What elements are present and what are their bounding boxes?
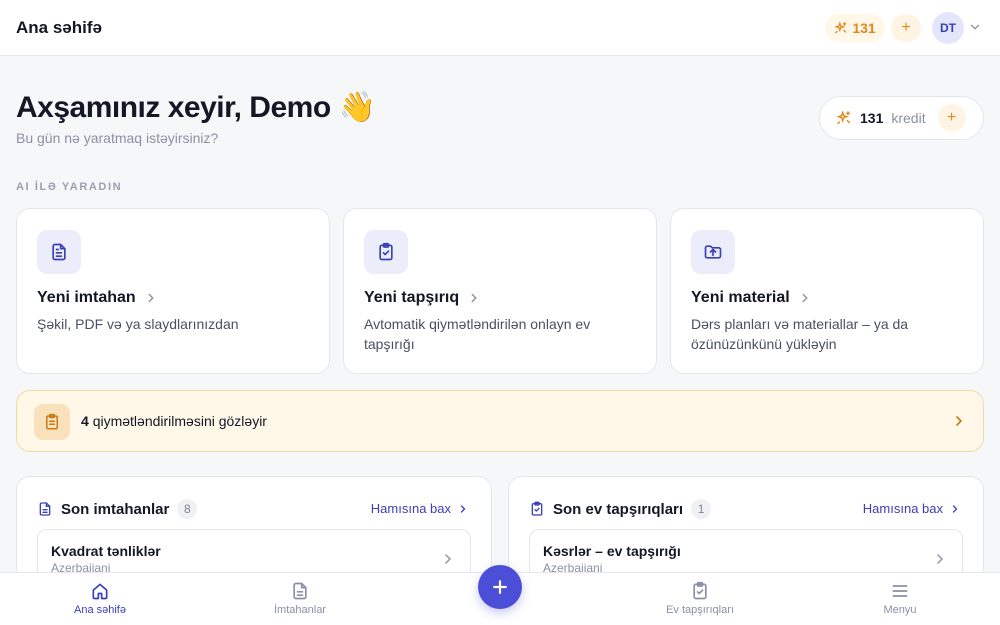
document-icon [293,582,307,600]
item-title: Kvadrat tənliklər [51,543,161,559]
section-label: AI İLƏ YARADIN [16,181,123,193]
count-badge: 1 [691,499,712,519]
greeting-text: Axşamınız xeyir, Demo [16,91,331,124]
chevron-right-icon [445,554,452,564]
top-bar: Ana səhifə 131 + DT [0,0,1000,56]
chevron-right-icon [460,504,466,513]
chevron-right-icon [802,293,808,303]
see-all-exams-link[interactable]: Hamısına bax [371,501,469,516]
pending-text: 4 qiymətləndirilməsini gözləyir [81,413,267,429]
credit-balance-card[interactable]: 131 kredit + [819,96,984,140]
card-title-text: Yeni imtahan [37,289,136,306]
greeting-heading: Axşamınız xeyir, Demo 👋 [16,90,376,125]
document-icon [37,230,81,274]
new-exam-card[interactable]: Yeni imtahan Şəkil, PDF və ya slaydların… [16,208,330,374]
nav-exams[interactable]: İmtahanlar [240,581,360,616]
item-title: Kəsrlər – ev tapşırığı [543,543,681,559]
nav-label: İmtahanlar [274,604,326,616]
plus-icon: + [946,109,957,126]
greeting-subtitle: Bu gün nə yaratmaq istəyirsiniz? [16,130,219,146]
sparkles-icon [834,21,847,34]
see-all-homework-link[interactable]: Hamısına bax [863,501,961,516]
credit-label: kredit [891,110,926,126]
card-title: Yeni tapşırıq [364,289,481,307]
add-credits-button[interactable]: + [891,14,921,42]
chevron-right-icon [952,504,958,513]
folder-upload-icon [691,230,735,274]
credits-count: 131 [852,20,876,36]
chevron-right-icon [148,293,154,303]
nav-home[interactable]: Ana səhifə [40,581,160,616]
card-description: Şəkil, PDF və ya slaydlarınızdan [37,316,239,332]
menu-icon [892,585,908,597]
card-description: Avtomatik qiymətləndirilən onlayn ev tap… [364,316,591,352]
nav-label: Ana səhifə [74,604,126,616]
nav-menu[interactable]: Menyu [840,581,960,616]
panel-title: Son ev tapşırıqları [553,500,684,518]
panel-title: Son imtahanlar [61,500,170,518]
pending-grading-banner[interactable]: 4 qiymətləndirilməsini gözləyir [16,390,984,452]
chevron-down-icon[interactable] [968,20,982,34]
card-title: Yeni material [691,289,812,307]
card-description: Dərs planları və materiallar – ya da özü… [691,316,909,352]
document-icon [39,502,51,516]
chevron-right-icon [937,554,944,564]
new-homework-card[interactable]: Yeni tapşırıq Avtomatik qiymətləndirilən… [343,208,657,374]
nav-label: Ev tapşırıqları [666,604,734,616]
add-credits-button[interactable]: + [937,104,966,132]
credit-value: 131 [860,110,884,126]
create-new-button[interactable] [478,565,522,609]
card-title: Yeni imtahan [37,289,158,307]
avatar[interactable]: DT [932,12,964,44]
pending-count: 4 [81,413,89,429]
clipboard-list-icon [34,404,70,440]
nav-label: Menyu [883,604,917,616]
panel-header: Son imtahanlar 8 [37,499,198,519]
panel-header: Son ev tapşırıqları 1 [529,499,712,519]
plus-icon: + [901,19,911,36]
clipboard-check-icon [693,581,707,600]
card-title-text: Yeni material [691,289,790,306]
card-title-text: Yeni tapşırıq [364,289,460,306]
clipboard-check-icon [531,501,543,516]
nav-homework[interactable]: Ev tapşırıqları [640,581,760,616]
plus-icon [493,580,507,594]
new-material-card[interactable]: Yeni material Dərs planları və materiall… [670,208,984,374]
credits-pill[interactable]: 131 [825,14,885,42]
clipboard-check-icon [364,230,408,274]
wave-icon: 👋 [338,91,376,124]
see-all-label: Hamısına bax [862,501,943,516]
sparkles-icon [836,110,851,125]
pending-label: qiymətləndirilməsini gözləyir [92,413,267,429]
count-badge: 8 [177,499,198,519]
page-title: Ana səhifə [16,18,102,37]
home-icon [92,583,108,600]
see-all-label: Hamısına bax [370,501,451,516]
chevron-right-icon [471,293,477,303]
chevron-right-icon [956,416,963,426]
